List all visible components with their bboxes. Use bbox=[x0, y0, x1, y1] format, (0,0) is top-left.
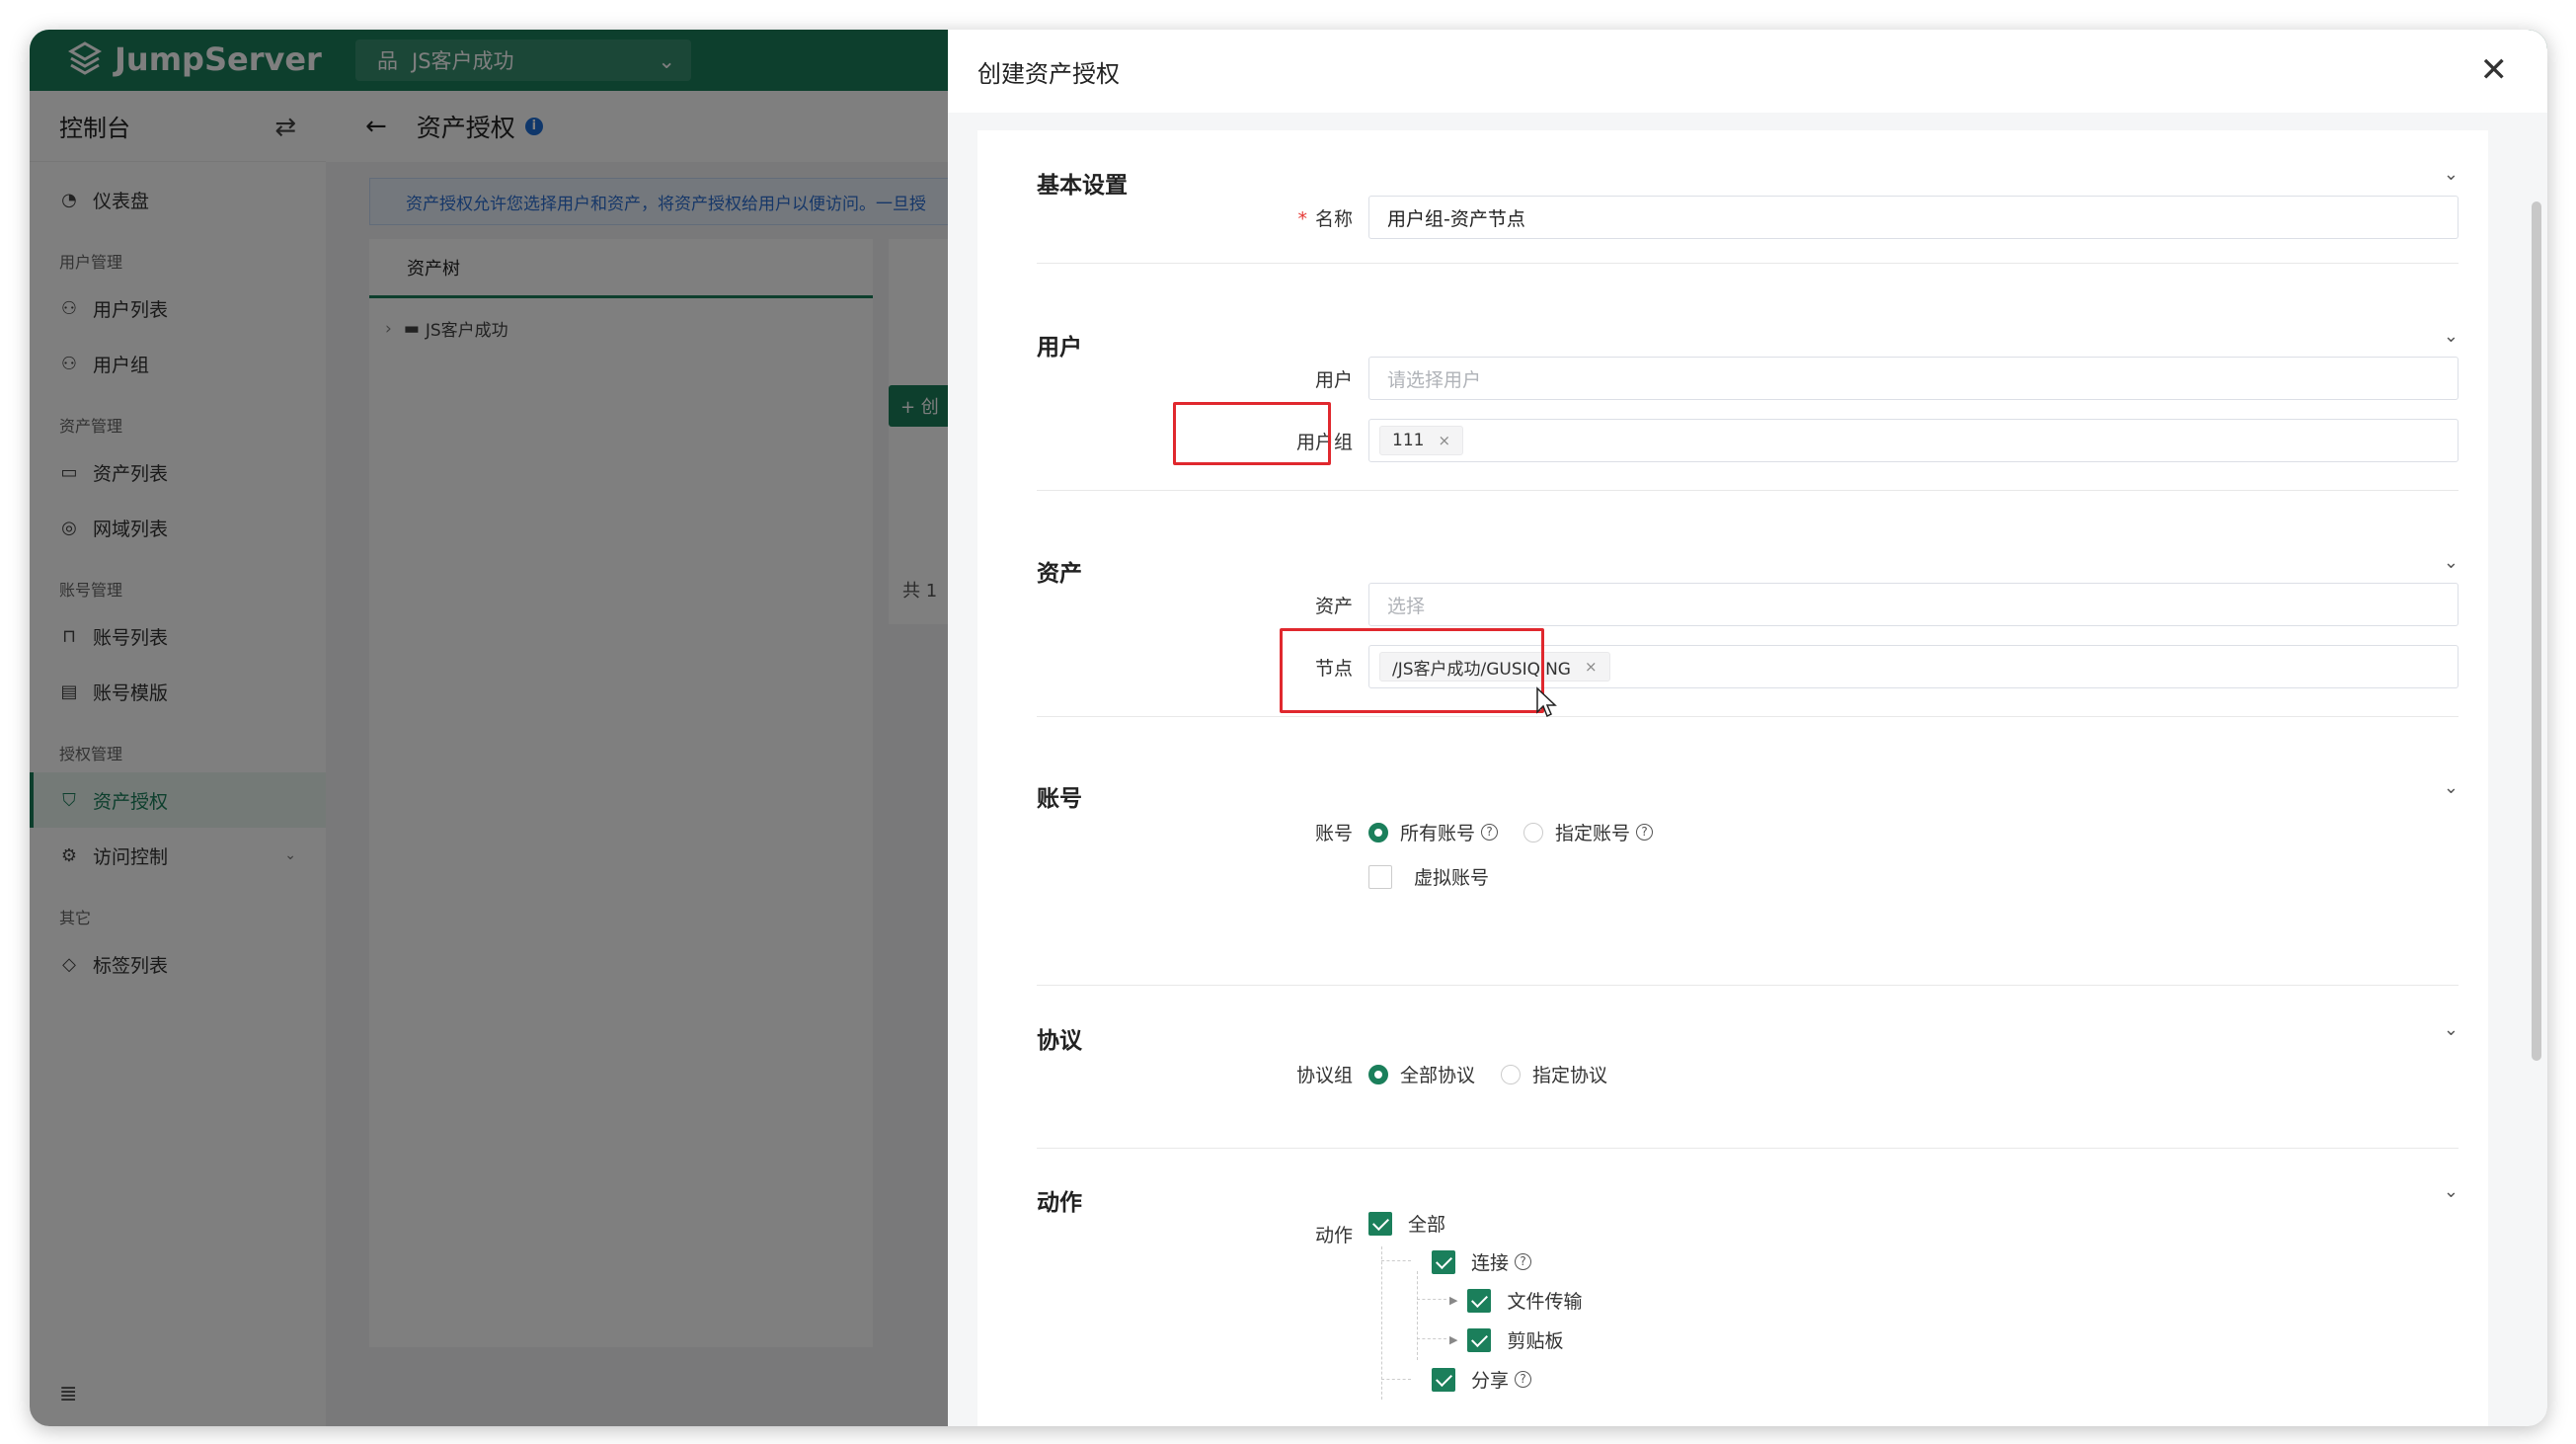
checkbox[interactable] bbox=[1467, 1288, 1492, 1313]
radio-specified-accounts[interactable]: 指定账号 ? bbox=[1523, 819, 1654, 845]
chevron-down-icon[interactable]: ⌄ bbox=[2444, 164, 2459, 185]
tree-line bbox=[1417, 1271, 1418, 1360]
asset-label: 资产 bbox=[1314, 596, 1353, 617]
user-select[interactable]: 请选择用户 bbox=[1368, 357, 2459, 400]
divider bbox=[1037, 985, 2459, 986]
checkbox-label: 虚拟账号 bbox=[1414, 867, 1490, 889]
radio-all-accounts[interactable]: 所有账号 ? bbox=[1368, 819, 1499, 845]
section-title: 基本设置 bbox=[1037, 173, 1128, 199]
selected-tag: 111 × bbox=[1379, 426, 1464, 455]
radio-dot bbox=[1523, 822, 1544, 842]
action-clipboard-checkbox[interactable]: ▶ 剪贴板 bbox=[1449, 1326, 1563, 1353]
tree-line bbox=[1381, 1260, 1411, 1261]
name-label-text: 名称 bbox=[1314, 208, 1353, 230]
virtual-account-checkbox[interactable]: 虚拟账号 bbox=[1368, 863, 1489, 890]
chevron-down-icon[interactable]: ⌄ bbox=[2444, 552, 2459, 573]
action-file-transfer-checkbox[interactable]: ▶ 文件传输 bbox=[1449, 1287, 1582, 1314]
checkbox-label: 连接 bbox=[1471, 1252, 1510, 1274]
checkbox[interactable] bbox=[1467, 1327, 1492, 1352]
checkbox-label: 剪贴板 bbox=[1507, 1330, 1564, 1352]
user-group-select[interactable]: 111 × bbox=[1368, 419, 2459, 462]
drawer-title: 创建资产授权 bbox=[977, 59, 1120, 88]
action-label: 动作 bbox=[1314, 1225, 1353, 1246]
radio-dot bbox=[1368, 822, 1388, 842]
tree-line bbox=[1381, 1379, 1411, 1380]
checkbox[interactable] bbox=[1368, 1211, 1392, 1236]
radio-specified-protocols[interactable]: 指定协议 bbox=[1501, 1061, 1607, 1087]
drawer-header: 创建资产授权 ✕ bbox=[948, 30, 2547, 113]
radio-label: 全部协议 bbox=[1400, 1065, 1476, 1086]
action-all-checkbox[interactable]: 全部 bbox=[1368, 1210, 1445, 1237]
radio-label: 指定协议 bbox=[1532, 1065, 1608, 1086]
protocol-label: 协议组 bbox=[1295, 1065, 1353, 1086]
caret-right-icon[interactable]: ▶ bbox=[1449, 1294, 1457, 1307]
account-label: 账号 bbox=[1314, 823, 1353, 844]
caret-right-icon[interactable]: ▶ bbox=[1449, 1333, 1457, 1346]
section-title: 资产 bbox=[1037, 561, 1082, 587]
tree-line bbox=[1417, 1338, 1446, 1339]
checkbox-label: 全部 bbox=[1408, 1214, 1446, 1236]
radio-label: 所有账号 bbox=[1400, 823, 1476, 844]
section-title: 用户 bbox=[1037, 335, 1082, 361]
help-icon[interactable]: ? bbox=[1481, 824, 1499, 841]
checkbox[interactable] bbox=[1432, 1249, 1455, 1274]
checkbox-label: 文件传输 bbox=[1507, 1291, 1583, 1313]
radio-dot bbox=[1368, 1064, 1388, 1084]
user-label: 用户 bbox=[1314, 369, 1353, 391]
divider bbox=[1037, 1148, 2459, 1149]
create-perm-drawer: 创建资产授权 ✕ 基本设置 ⌄ * 名称 用户组-资产节点 用户 ⌄ 用户 请选… bbox=[948, 30, 2547, 1426]
section-title: 协议 bbox=[1037, 1028, 1082, 1054]
tag-close-icon[interactable]: × bbox=[1438, 432, 1450, 449]
help-icon[interactable]: ? bbox=[1515, 1371, 1532, 1388]
action-connect-checkbox[interactable]: 连接 ? bbox=[1432, 1248, 1532, 1275]
tree-line bbox=[1381, 1246, 1382, 1400]
section-title: 账号 bbox=[1037, 786, 1082, 812]
asset-select-placeholder: 选择 bbox=[1387, 595, 1426, 617]
checkbox-label: 分享 bbox=[1471, 1370, 1510, 1392]
checkbox[interactable] bbox=[1432, 1367, 1455, 1392]
required-mark: * bbox=[1297, 208, 1307, 230]
mouse-cursor-icon bbox=[1536, 686, 1557, 718]
radio-dot bbox=[1501, 1064, 1522, 1084]
account-radio-group: 所有账号 ? 指定账号 ? bbox=[1368, 819, 1678, 845]
tag-label: 111 bbox=[1392, 431, 1425, 450]
chevron-down-icon[interactable]: ⌄ bbox=[2444, 777, 2459, 798]
radio-all-protocols[interactable]: 全部协议 bbox=[1368, 1061, 1475, 1087]
name-input[interactable]: 用户组-资产节点 bbox=[1368, 196, 2459, 239]
drawer-body: 基本设置 ⌄ * 名称 用户组-资产节点 用户 ⌄ 用户 请选择用户 用户组 1… bbox=[948, 113, 2547, 1426]
chevron-down-icon[interactable]: ⌄ bbox=[2444, 1019, 2459, 1040]
checkbox[interactable] bbox=[1368, 864, 1392, 889]
close-icon[interactable]: ✕ bbox=[2480, 53, 2509, 87]
asset-select[interactable]: 选择 bbox=[1368, 583, 2459, 626]
tag-close-icon[interactable]: × bbox=[1585, 658, 1598, 676]
help-icon[interactable]: ? bbox=[1515, 1253, 1532, 1270]
help-icon[interactable]: ? bbox=[1636, 824, 1654, 841]
form-card: 基本设置 ⌄ * 名称 用户组-资产节点 用户 ⌄ 用户 请选择用户 用户组 1… bbox=[977, 130, 2488, 1426]
tree-line bbox=[1417, 1299, 1446, 1300]
chevron-down-icon[interactable]: ⌄ bbox=[2444, 1181, 2459, 1202]
highlight-box bbox=[1280, 628, 1544, 713]
section-title: 动作 bbox=[1037, 1190, 1082, 1216]
radio-label: 指定账号 bbox=[1555, 823, 1631, 844]
divider bbox=[1037, 716, 2459, 717]
scrollbar[interactable] bbox=[2532, 201, 2541, 1061]
user-select-placeholder: 请选择用户 bbox=[1387, 368, 1482, 391]
protocol-radio-group: 全部协议 指定协议 bbox=[1368, 1061, 1633, 1087]
highlight-box bbox=[1173, 402, 1331, 465]
action-share-checkbox[interactable]: 分享 ? bbox=[1432, 1366, 1532, 1393]
divider bbox=[1037, 263, 2459, 264]
name-label: * 名称 bbox=[1185, 204, 1353, 231]
name-input-value: 用户组-资产节点 bbox=[1387, 207, 1525, 230]
app-window: JumpServer 品 JS客户成功 ⌄ 控制台 ⇄ ◔ 仪表盘 用户管理 ⚇… bbox=[30, 30, 2547, 1426]
divider bbox=[1037, 490, 2459, 491]
chevron-down-icon[interactable]: ⌄ bbox=[2444, 326, 2459, 347]
